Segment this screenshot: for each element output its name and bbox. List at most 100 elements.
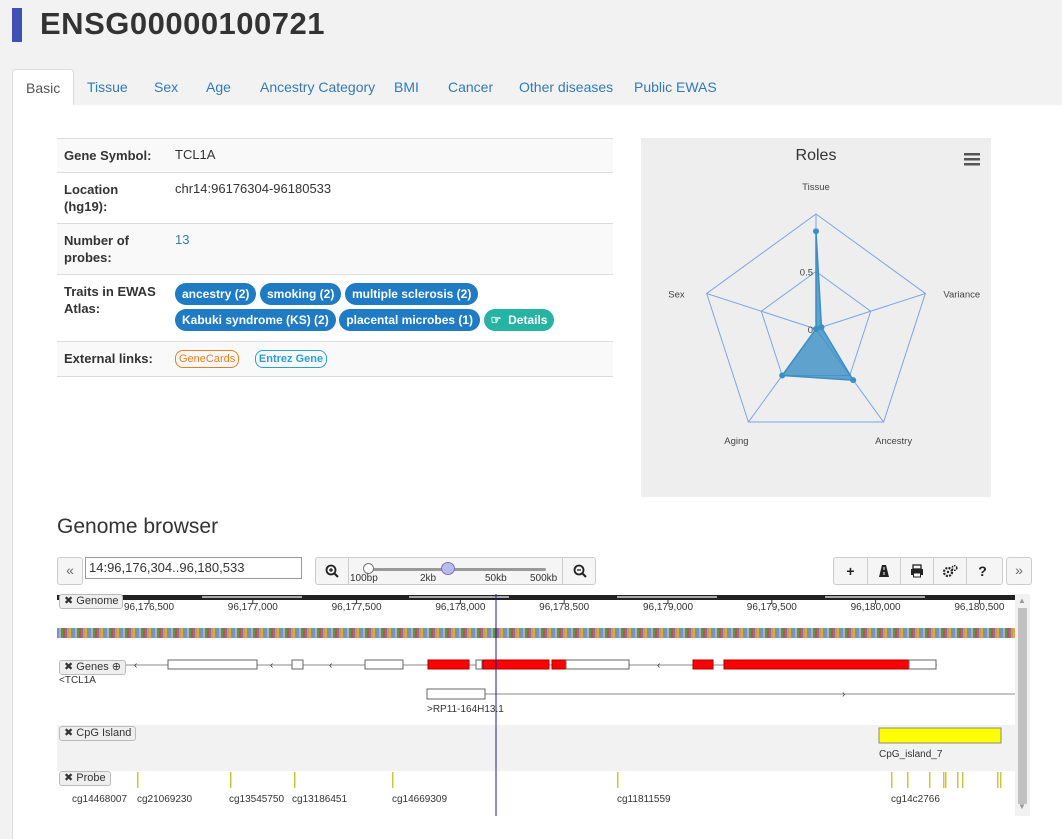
sequence-base	[999, 628, 1001, 638]
tab-age[interactable]: Age	[206, 69, 231, 105]
sequence-base	[567, 628, 569, 638]
probe-marker[interactable]	[891, 772, 893, 788]
zoom-in-icon	[325, 564, 339, 578]
genes-track-label[interactable]: ✖ Genes ⊕	[59, 660, 126, 675]
sequence-base	[789, 628, 791, 638]
tab-public-ewas[interactable]: Public EWAS	[634, 69, 717, 105]
probe-marker[interactable]	[957, 772, 959, 788]
tab-sex[interactable]: Sex	[154, 69, 178, 105]
tab-ancestry-category[interactable]: Ancestry Category	[260, 69, 375, 105]
trait-badge-placental-microbes[interactable]: placental microbes (1)	[339, 309, 481, 331]
sequence-base	[741, 628, 743, 638]
radar-data-point[interactable]	[779, 372, 786, 379]
tab-cancer[interactable]: Cancer	[448, 69, 493, 105]
tab-other-diseases[interactable]: Other diseases	[519, 69, 613, 105]
sequence-base	[745, 628, 747, 638]
sequence-base	[487, 628, 489, 638]
print-button[interactable]	[900, 558, 934, 584]
probe-marker[interactable]	[907, 772, 909, 788]
sequence-base	[95, 628, 97, 638]
probe-marker[interactable]	[617, 772, 619, 788]
tab-basic[interactable]: Basic	[12, 69, 75, 107]
probe-marker[interactable]	[294, 772, 296, 788]
highlight-button[interactable]	[867, 558, 901, 584]
sequence-base	[573, 628, 575, 638]
sequence-base	[97, 628, 99, 638]
close-icon[interactable]: ✖	[64, 772, 73, 784]
tracks-scrollbar[interactable]: ▲ ▼	[1015, 594, 1030, 816]
radar-data-point[interactable]	[818, 324, 825, 331]
sequence-base	[239, 628, 241, 638]
sequence-base	[275, 628, 277, 638]
probe-marker[interactable]	[137, 772, 139, 788]
sequence-base	[829, 628, 831, 638]
tab-tissue[interactable]: Tissue	[87, 69, 128, 105]
tab-bmi[interactable]: BMI	[394, 69, 419, 105]
sequence-base	[475, 628, 477, 638]
scrollbar-thumb[interactable]	[1018, 608, 1027, 804]
radar-data-point[interactable]	[813, 228, 819, 235]
radar-data-point[interactable]	[850, 377, 857, 384]
zoom-out-icon	[573, 564, 587, 578]
radar-series-area	[780, 231, 855, 382]
probe-marker[interactable]	[945, 772, 947, 788]
radar-data-point[interactable]	[813, 326, 819, 332]
sequence-base	[305, 628, 307, 638]
help-button[interactable]: ?	[966, 558, 999, 584]
sequence-base	[309, 628, 311, 638]
scroll-down-arrow[interactable]: ▼	[1018, 802, 1026, 811]
sequence-base	[883, 628, 885, 638]
genome-tracks-panel[interactable]: 96,176,500 96,177,000 96,177,500 96,178,000…	[57, 594, 1015, 816]
genecards-link[interactable]: GeneCards	[175, 350, 240, 368]
close-icon[interactable]: ✖	[64, 595, 73, 607]
sequence-base	[69, 628, 71, 638]
probe-marker[interactable]	[997, 772, 999, 788]
probe-marker[interactable]	[230, 772, 232, 788]
sequence-base	[343, 628, 345, 638]
trait-badge-multiple-sclerosis[interactable]: multiple sclerosis (2)	[344, 283, 479, 305]
sequence-base	[425, 628, 427, 638]
scroll-right-button[interactable]: »	[1006, 557, 1032, 585]
radar-axis-label: Tissue	[802, 182, 830, 193]
add-track-button[interactable]: +	[834, 558, 868, 584]
entrez-gene-link[interactable]: Entrez Gene	[254, 350, 328, 368]
zoom-out-button[interactable]	[562, 558, 596, 584]
location-value: chr14:96176304-96180533	[168, 172, 613, 224]
zoom-slider-track[interactable]	[366, 568, 546, 571]
trait-badge-kabuki-syndrome[interactable]: Kabuki syndrome (KS) (2)	[175, 309, 336, 331]
sequence-base	[855, 628, 857, 638]
probes-count-link[interactable]: 13	[175, 232, 189, 247]
sequence-base	[433, 628, 435, 638]
trait-badge-ancestry[interactable]: ancestry (2)	[175, 283, 257, 305]
probe-marker[interactable]	[962, 772, 964, 788]
location-input[interactable]: 14:96,176,304..96,180,533	[85, 557, 302, 579]
sequence-base	[549, 628, 551, 638]
probe-marker[interactable]	[1000, 772, 1002, 788]
radar-axis-label: Aging	[724, 436, 748, 447]
probe-marker[interactable]	[943, 772, 945, 788]
sequence-base	[853, 628, 855, 638]
chart-menu-icon[interactable]	[961, 150, 983, 170]
scroll-up-arrow[interactable]: ▲	[1018, 596, 1026, 605]
road-icon	[878, 565, 889, 577]
sequence-base	[265, 628, 267, 638]
close-icon[interactable]: ✖	[64, 661, 73, 673]
sequence-base	[827, 628, 829, 638]
plus-circle-icon[interactable]: ⊕	[112, 661, 121, 673]
trait-badge-smoking[interactable]: smoking (2)	[260, 283, 342, 305]
probe-marker[interactable]	[392, 772, 394, 788]
genome-track-label[interactable]: ✖ Genome	[59, 594, 124, 609]
zoom-slider-handle[interactable]	[441, 562, 455, 575]
cpg-track-label[interactable]: ✖ CpG Island	[59, 726, 137, 741]
roles-radar-chart: Roles Tissue Variance Ancestry Aging Sex 0 0.5	[641, 138, 991, 497]
probe-marker[interactable]	[929, 772, 931, 788]
close-icon[interactable]: ✖	[64, 727, 73, 739]
details-button[interactable]: ☞ Details	[483, 309, 555, 331]
sequence-base	[177, 628, 179, 638]
sequence-base	[85, 628, 87, 638]
sequence-base	[943, 628, 945, 638]
settings-button[interactable]	[933, 558, 967, 584]
scroll-left-button[interactable]: «	[57, 557, 83, 585]
zoom-in-button[interactable]	[316, 558, 349, 584]
probe-track-label[interactable]: ✖ Probe	[59, 771, 111, 786]
